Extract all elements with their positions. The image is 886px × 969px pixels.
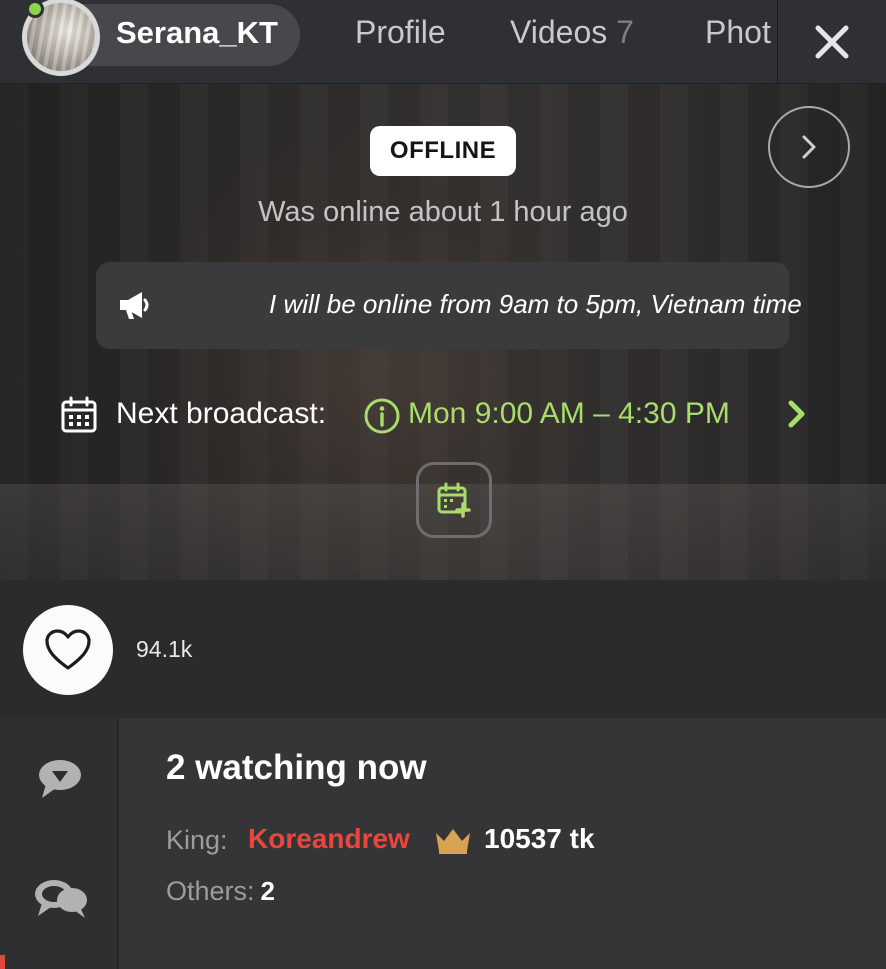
next-model-button[interactable] xyxy=(768,106,850,188)
add-to-calendar-button[interactable] xyxy=(416,462,492,538)
megaphone-icon xyxy=(120,292,149,319)
next-broadcast-label: Next broadcast: xyxy=(116,397,327,430)
username[interactable]: Serana_KT xyxy=(116,15,278,51)
close-icon xyxy=(815,25,849,59)
like-row: 94.1k xyxy=(0,580,886,718)
stream-preview: OFFLINE Was online about 1 hour ago I wi… xyxy=(0,84,886,580)
tab-videos[interactable]: Videos 7 xyxy=(510,14,634,51)
tab-label: Videos xyxy=(510,14,608,50)
online-status-dot xyxy=(26,0,44,18)
chat-panel: 2 watching now King: Koreandrew 10537 tk… xyxy=(0,718,886,969)
watching-count-title: 2 watching now xyxy=(166,748,427,787)
heart-icon xyxy=(45,629,91,670)
chat-sidebar xyxy=(0,718,119,969)
like-button[interactable] xyxy=(23,605,113,695)
others-row: Others: 2 xyxy=(166,876,275,907)
calendar-icon xyxy=(61,396,97,433)
info-icon[interactable] xyxy=(363,397,401,435)
chevron-right-icon xyxy=(788,400,805,428)
status-badge: OFFLINE xyxy=(370,126,516,176)
chevron-right-icon xyxy=(802,135,816,159)
active-indicator xyxy=(0,955,5,969)
group-chat-icon[interactable] xyxy=(32,876,90,920)
tab-profile[interactable]: Profile xyxy=(355,14,446,51)
chat-bubble-icon[interactable] xyxy=(36,758,84,800)
top-bar: Serana_KT Profile Videos 7 Phot xyxy=(0,0,886,84)
like-count: 94.1k xyxy=(136,636,193,662)
king-label: King: xyxy=(166,825,228,855)
announcement-banner: I will be online from 9am to 5pm, Vietna… xyxy=(96,262,802,349)
next-broadcast-time: Mon 9:00 AM – 4:30 PM xyxy=(408,397,730,430)
others-count: 2 xyxy=(260,876,275,906)
calendar-add-icon xyxy=(437,482,471,518)
king-username[interactable]: Koreandrew xyxy=(248,823,410,855)
others-label: Others: xyxy=(166,876,255,906)
last-seen-text: Was online about 1 hour ago xyxy=(258,196,628,228)
tab-photos[interactable]: Phot xyxy=(705,14,777,51)
tab-count: 7 xyxy=(616,14,634,50)
tab-label: Phot xyxy=(705,14,771,50)
crown-icon xyxy=(436,829,470,854)
announcement-text: I will be online from 9am to 5pm, Vietna… xyxy=(269,289,802,319)
king-tokens: 10537 tk xyxy=(484,823,595,854)
tab-label: Profile xyxy=(355,14,446,50)
close-button[interactable] xyxy=(778,0,886,84)
